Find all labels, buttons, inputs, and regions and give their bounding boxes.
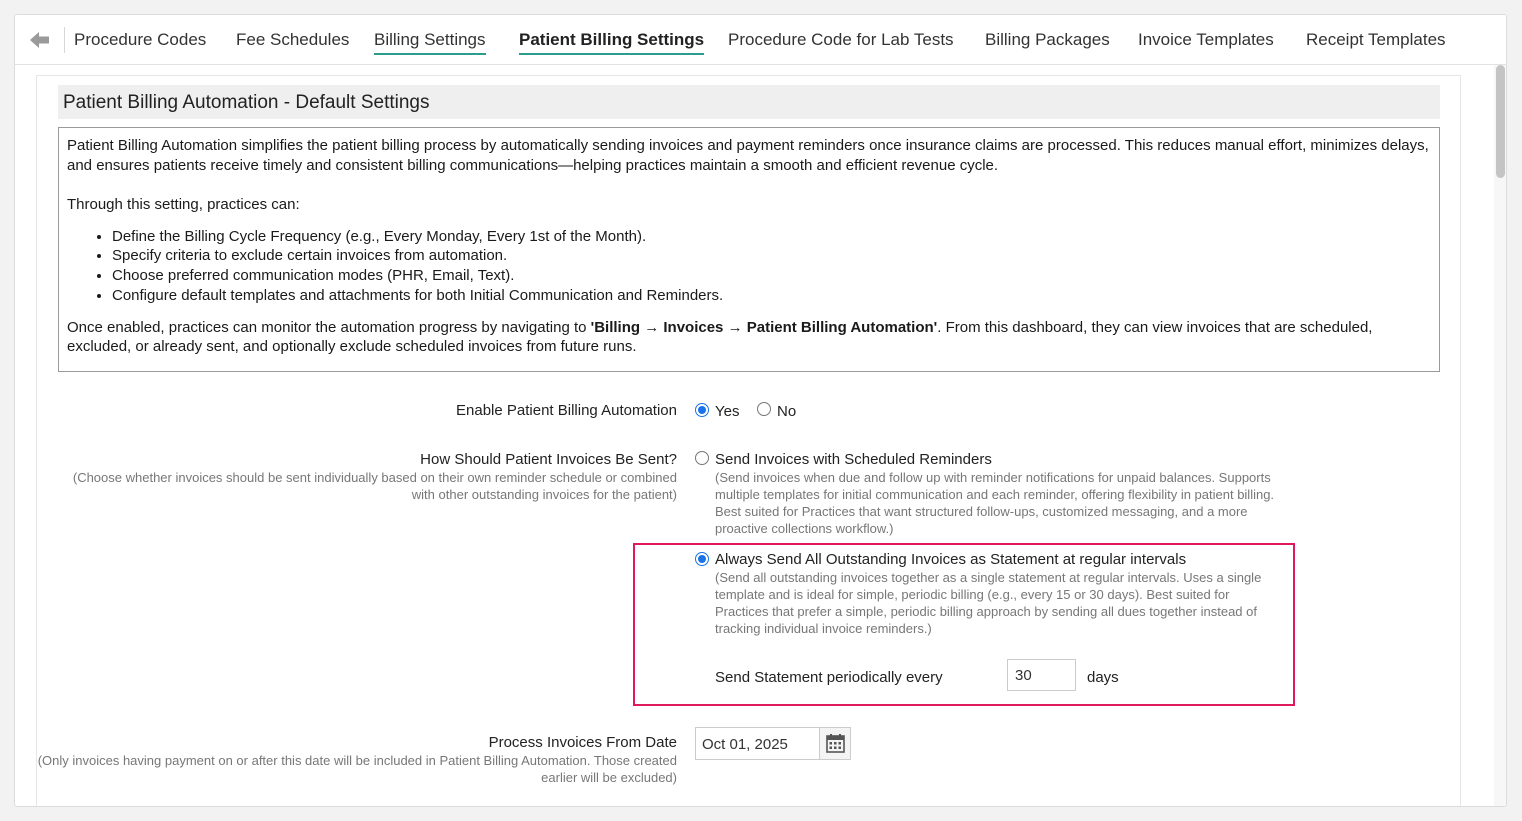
send-method-label: How Should Patient Invoices Be Sent? [420,451,677,468]
enable-no-label[interactable]: No [777,403,796,420]
period-label: Send Statement periodically every [715,669,943,686]
feature-list: Define the Billing Cycle Frequency (e.g.… [112,227,1431,306]
enable-yes-radio[interactable] [695,403,709,417]
statement-intervals-help: (Send all outstanding invoices together … [715,570,1262,636]
tab-separator [64,27,65,53]
calendar-icon [826,734,845,753]
list-item: Choose preferred communication modes (PH… [112,266,1431,286]
statement-intervals-radio[interactable] [695,552,709,566]
list-item: Define the Billing Cycle Frequency (e.g.… [112,227,1431,247]
settings-panel: Patient Billing Automation - Default Set… [36,75,1461,806]
navigation-path: 'Billing → Invoices → Patient Billing Au… [590,318,938,336]
section-title: Patient Billing Automation - Default Set… [58,85,1440,119]
tab-procedure-code-lab-tests[interactable]: Procedure Code for Lab Tests [728,30,954,50]
process-from-help: (Only invoices having payment on or afte… [37,753,677,785]
tab-procedure-codes[interactable]: Procedure Codes [74,30,206,50]
scheduled-reminders-radio[interactable] [695,451,709,465]
scheduled-reminders-label[interactable]: Send Invoices with Scheduled Reminders [715,451,992,468]
statement-intervals-label[interactable]: Always Send All Outstanding Invoices as … [715,551,1186,568]
period-unit-label: days [1087,669,1119,686]
enable-automation-label: Enable Patient Billing Automation [456,402,677,419]
tab-bar: Procedure Codes Fee Schedules Billing Se… [15,15,1506,65]
settings-window: Procedure Codes Fee Schedules Billing Se… [14,14,1507,807]
period-days-input[interactable]: 30 [1007,659,1076,691]
send-method-help: (Choose whether invoices should be sent … [72,470,677,502]
enable-no-radio[interactable] [757,402,771,416]
process-from-label: Process Invoices From Date [488,734,677,751]
scheduled-reminders-help: (Send invoices when due and follow up wi… [715,470,1275,536]
automation-description: Patient Billing Automation simplifies th… [58,127,1440,372]
tab-patient-billing-settings[interactable]: Patient Billing Settings [519,30,705,55]
through-text: Through this setting, practices can: [67,196,300,213]
tab-invoice-templates[interactable]: Invoice Templates [1138,30,1274,50]
tab-billing-settings[interactable]: Billing Settings [374,30,486,55]
back-arrow-icon[interactable] [29,31,51,49]
outro-text: Once enabled, practices can monitor the … [67,318,1373,356]
tab-receipt-templates[interactable]: Receipt Templates [1306,30,1446,50]
tab-fee-schedules[interactable]: Fee Schedules [236,30,349,50]
list-item: Configure default templates and attachme… [112,286,1431,306]
list-item: Specify criteria to exclude certain invo… [112,246,1431,266]
process-from-date-input[interactable]: Oct 01, 2025 [695,727,819,760]
scrollbar-thumb[interactable] [1496,65,1505,178]
enable-yes-label[interactable]: Yes [715,403,739,420]
tab-billing-packages[interactable]: Billing Packages [985,30,1110,50]
calendar-button[interactable] [819,727,851,760]
intro-text: Patient Billing Automation simplifies th… [67,137,1429,174]
vertical-scrollbar[interactable] [1494,65,1506,806]
